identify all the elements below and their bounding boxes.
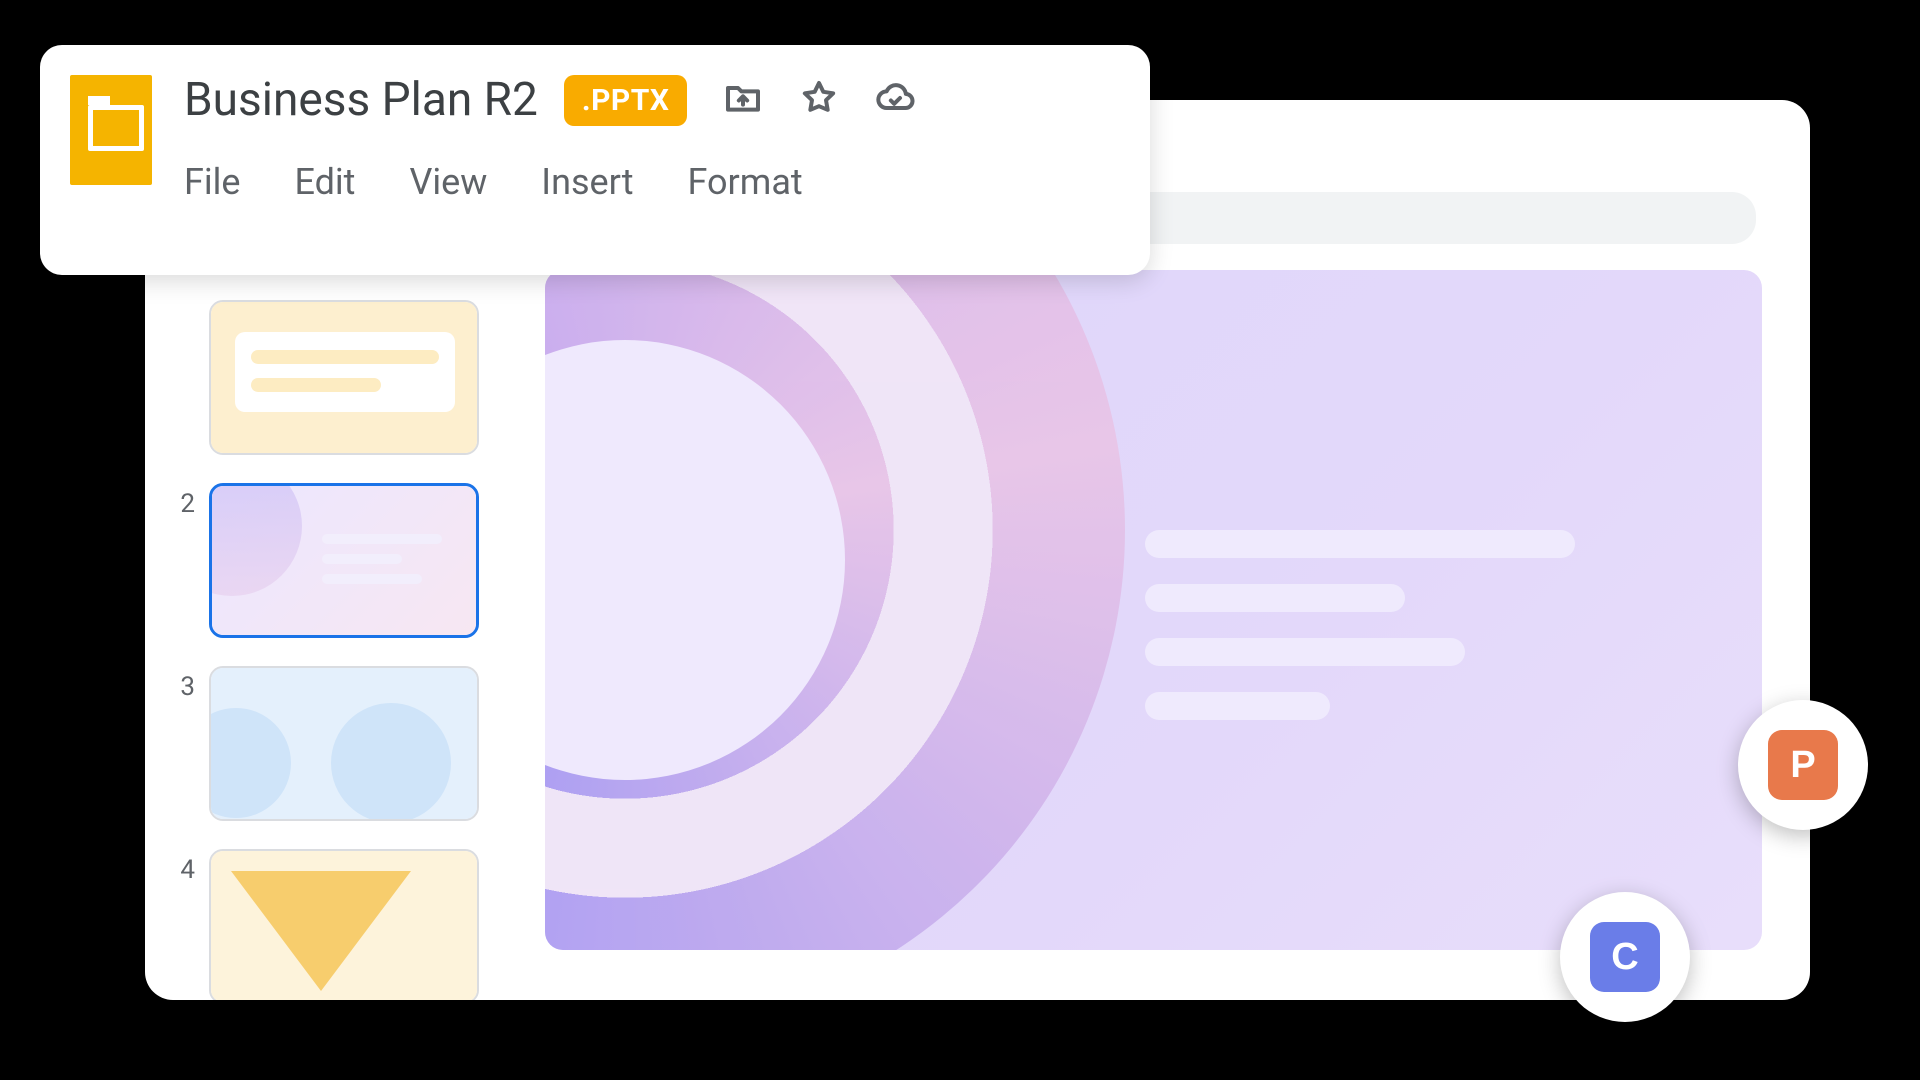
thumbnail-number: 3	[165, 672, 195, 702]
collaborator-avatar-c[interactable]: C	[1560, 892, 1690, 1022]
file-extension-badge: .PPTX	[564, 75, 688, 126]
slide-thumbnail-3[interactable]	[209, 666, 479, 821]
collaborator-avatar-p[interactable]: P	[1738, 700, 1868, 830]
slide-thumbnail-4[interactable]	[209, 849, 479, 1000]
menu-view[interactable]: View	[409, 161, 487, 203]
avatar-chip: C	[1590, 922, 1660, 992]
menu-format[interactable]: Format	[688, 161, 803, 203]
menu-file[interactable]: File	[184, 161, 241, 203]
menu-edit[interactable]: Edit	[295, 161, 356, 203]
title-row: Business Plan R2 .PPTX	[184, 73, 1120, 127]
document-title[interactable]: Business Plan R2	[184, 73, 538, 127]
thumbnail-row: 3	[165, 666, 545, 821]
move-to-folder-icon[interactable]	[723, 78, 763, 122]
slide-canvas[interactable]	[545, 270, 1762, 950]
thumbnail-number: 4	[165, 855, 195, 885]
menu-bar: File Edit View Insert Format	[184, 161, 1120, 203]
thumbnail-row	[165, 300, 545, 455]
star-icon[interactable]	[799, 78, 839, 122]
thumbnail-row: 4	[165, 849, 545, 1000]
thumbnail-number: 2	[165, 489, 195, 519]
slide-thumbnail-1[interactable]	[209, 300, 479, 455]
slides-logo-icon[interactable]	[70, 75, 152, 185]
thumbnail-row: 2	[165, 483, 545, 638]
menu-insert[interactable]: Insert	[541, 161, 633, 203]
slide-text-placeholder	[1145, 530, 1575, 746]
slide-thumbnail-2[interactable]	[209, 483, 479, 638]
avatar-chip: P	[1768, 730, 1838, 800]
header-panel: Business Plan R2 .PPTX File Edit View In…	[40, 45, 1150, 275]
cloud-saved-icon[interactable]	[875, 78, 915, 122]
